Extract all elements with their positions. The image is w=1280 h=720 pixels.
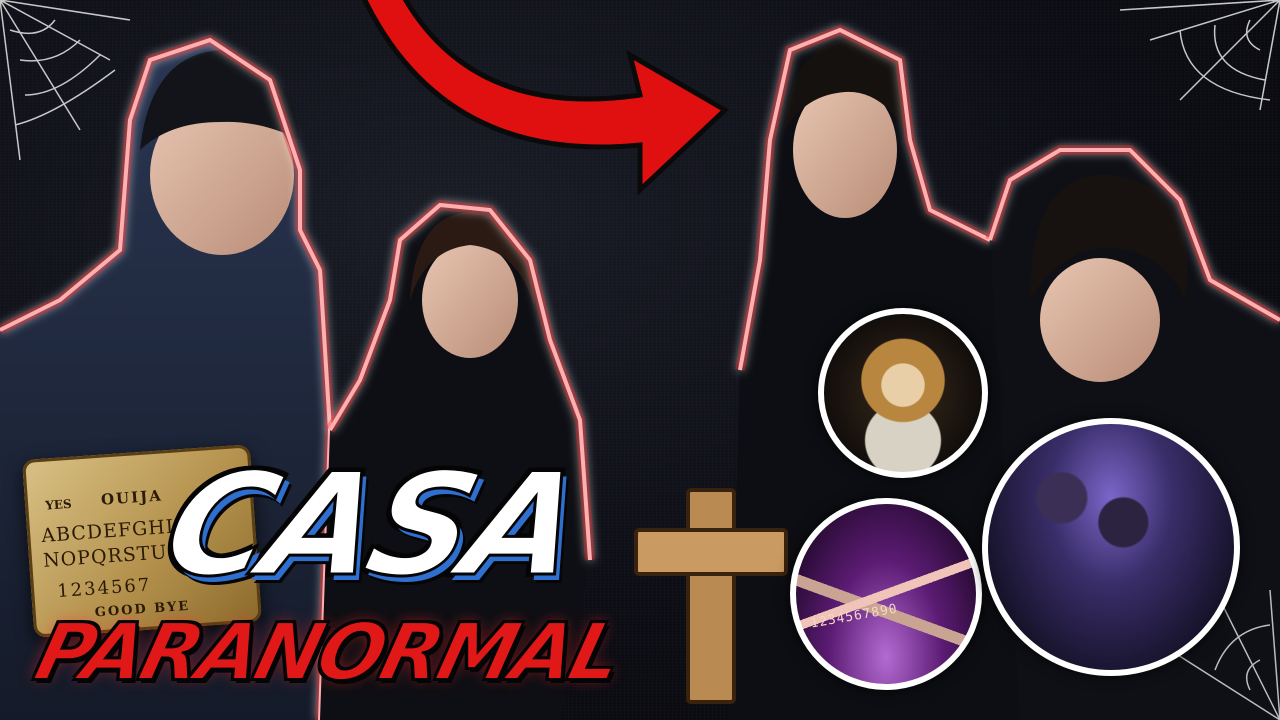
doll-circle-image	[818, 308, 988, 478]
thumbnail-canvas: YES OUIJA ABCDEFGHIJK NOPQRSTU 1234567 G…	[0, 0, 1280, 720]
title-paranormal: PARANORMAL	[26, 607, 631, 699]
cobweb-icon	[0, 0, 131, 161]
red-arrow-icon	[362, 0, 730, 196]
ouija-letters-row2: NOPQRSTU	[42, 541, 169, 572]
board-numbers-label: 1234567890	[809, 601, 899, 632]
group-circle-image	[982, 418, 1240, 676]
ouija-title: OUIJA	[100, 486, 164, 509]
ouija-digits: 1234567	[56, 574, 152, 603]
ouija-yes: YES	[44, 496, 73, 513]
title-casa: CASA	[148, 442, 594, 610]
cobweb-icon	[1119, 0, 1280, 111]
ouija-hands-circle-image: 1234567890	[790, 498, 982, 690]
